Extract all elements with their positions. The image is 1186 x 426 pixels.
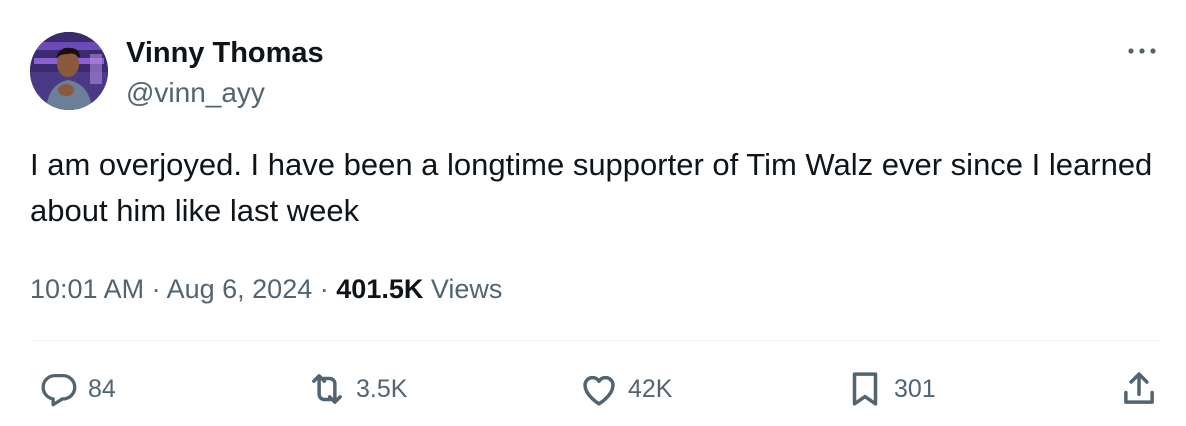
bookmark-count: 301	[894, 374, 936, 403]
retweet-icon	[312, 374, 342, 404]
heart-icon	[583, 375, 615, 406]
user-block: Vinny Thomas @vinn_ayy	[126, 36, 324, 110]
views-label: Views	[430, 274, 503, 304]
tweet-date[interactable]: Aug 6, 2024	[167, 274, 313, 304]
more-icon	[1128, 48, 1156, 54]
share-button[interactable]	[1118, 366, 1160, 412]
bookmark-button[interactable]: 301	[844, 366, 936, 412]
more-options-button[interactable]	[1124, 36, 1160, 66]
share-icon	[1124, 372, 1154, 404]
tweet-meta: 10:01 AM · Aug 6, 2024 · 401.5K Views	[30, 270, 502, 308]
reply-button[interactable]: 84	[38, 366, 116, 412]
tweet-time[interactable]: 10:01 AM	[30, 274, 144, 304]
reply-count: 84	[88, 374, 116, 403]
avatar-photo	[30, 32, 108, 110]
tweet-text: I am overjoyed. I have been a longtime s…	[30, 147, 1161, 228]
action-bar: 84 3.5K 42K 301	[30, 366, 1160, 412]
retweet-count: 3.5K	[356, 374, 408, 403]
avatar[interactable]	[30, 32, 108, 110]
bookmark-icon	[852, 372, 878, 406]
divider	[30, 340, 1160, 341]
like-button[interactable]: 42K	[578, 366, 672, 412]
views-count[interactable]: 401.5K	[336, 274, 423, 304]
like-count: 42K	[628, 374, 673, 403]
retweet-button[interactable]: 3.5K	[306, 366, 407, 412]
reply-icon	[41, 373, 77, 407]
user-handle[interactable]: @vinn_ayy	[126, 76, 324, 110]
display-name[interactable]: Vinny Thomas	[126, 36, 324, 70]
meta-separator: ·	[151, 274, 161, 304]
meta-separator: ·	[319, 274, 329, 304]
tweet-card: Vinny Thomas @vinn_ayy I am overjoyed. I…	[0, 0, 1186, 426]
